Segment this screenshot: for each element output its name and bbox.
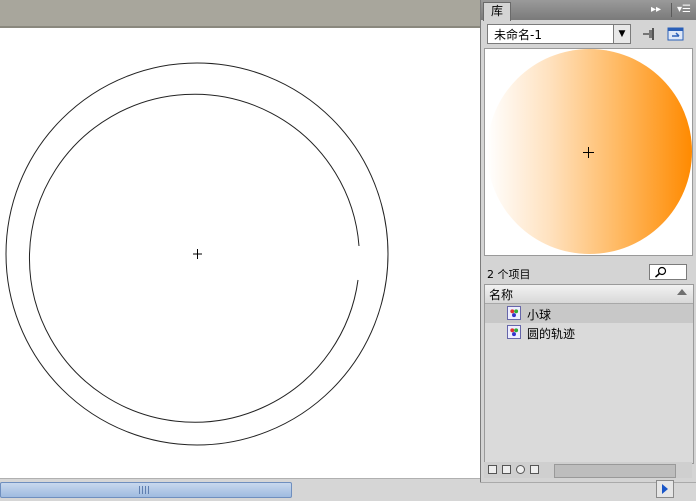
properties-icon[interactable] [516, 465, 525, 474]
new-symbol-icon[interactable] [488, 465, 497, 474]
footer-scrollbar[interactable] [554, 464, 676, 478]
sort-arrow-icon[interactable] [677, 289, 687, 295]
column-name-label: 名称 [489, 288, 514, 302]
stage-title-bar [0, 0, 480, 28]
library-search-field[interactable] [649, 264, 687, 280]
tab-divider [671, 3, 672, 17]
movie-clip-icon [507, 325, 521, 339]
search-icon [655, 266, 667, 278]
library-item-list: 名称 小球 圆的轨迹 [484, 284, 694, 464]
scroll-right-arrow-icon[interactable] [656, 480, 674, 498]
panel-tab-bar: 库 ▸▸ ▾☰ [481, 0, 696, 21]
collapse-panel-icon[interactable]: ▸▸ [651, 3, 667, 17]
horizontal-scrollbar[interactable] [0, 478, 480, 501]
panel-menu-icon[interactable]: ▾☰ [677, 3, 693, 17]
new-library-panel-icon[interactable] [667, 26, 685, 42]
movie-clip-icon [507, 306, 521, 320]
list-item[interactable]: 小球 [485, 304, 693, 323]
delete-icon[interactable] [530, 465, 539, 474]
stage-canvas[interactable] [0, 28, 480, 478]
tab-library[interactable]: 库 [483, 2, 511, 21]
symbol-preview [484, 48, 693, 256]
scrollbar-grip-icon [139, 486, 149, 494]
document-select[interactable]: 未命名-1 ▼ [487, 24, 631, 44]
list-item[interactable]: 圆的轨迹 [485, 323, 693, 342]
scrollbar-thumb[interactable] [0, 482, 292, 498]
item-label: 圆的轨迹 [527, 327, 576, 341]
list-column-header[interactable]: 名称 [485, 285, 693, 304]
registration-point-icon [193, 249, 202, 259]
new-folder-icon[interactable] [502, 465, 511, 474]
item-label: 小球 [527, 308, 552, 322]
library-footer-toolbar [484, 462, 692, 478]
orbit-inner-arc [29, 93, 360, 423]
library-panel: 库 ▸▸ ▾☰ 未命名-1 ▼ 2 个项目 名称 小球 圆的轨迹 [480, 0, 696, 482]
dropdown-arrow-icon[interactable]: ▼ [613, 25, 630, 43]
document-select-value: 未命名-1 [494, 28, 542, 42]
stage-drawing [5, 62, 389, 446]
registration-point-icon [583, 147, 594, 158]
pin-library-icon[interactable] [641, 26, 657, 42]
item-count-label: 2 个项目 [487, 268, 531, 281]
